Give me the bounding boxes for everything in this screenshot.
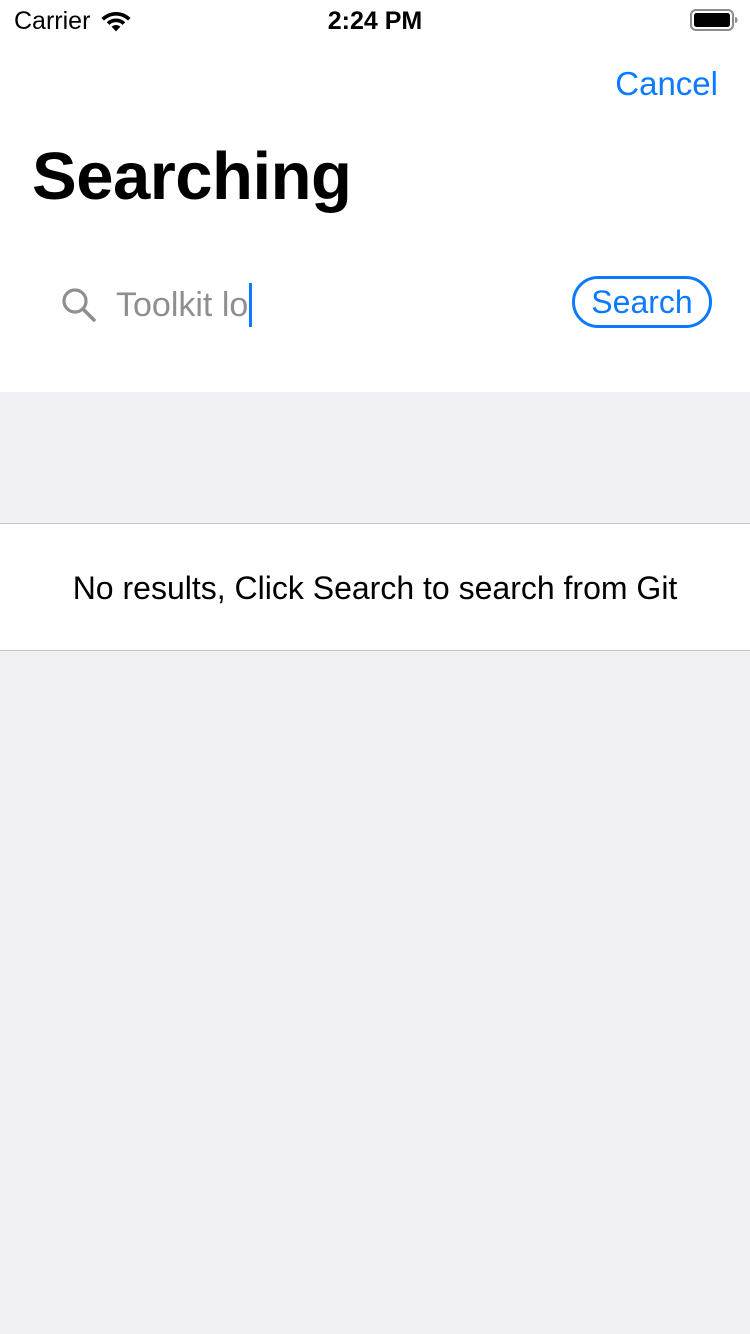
search-input-value: Toolkit lo xyxy=(116,286,249,324)
header-area: Carrier 2:24 PM Cancel Searching Toolkit… xyxy=(0,0,750,392)
text-cursor xyxy=(249,283,253,327)
status-time: 2:24 PM xyxy=(327,7,423,35)
search-button[interactable]: Search xyxy=(572,276,712,328)
page-title: Searching xyxy=(32,139,352,214)
search-icon xyxy=(62,288,96,322)
search-input[interactable]: Toolkit lo xyxy=(116,283,253,327)
battery-icon xyxy=(690,9,738,31)
search-bar: Toolkit lo Search xyxy=(32,270,718,342)
empty-results-message: No results, Click Search to search from … xyxy=(72,570,678,606)
empty-results-cell: No results, Click Search to search from … xyxy=(0,523,750,651)
cancel-button[interactable]: Cancel xyxy=(615,64,718,104)
status-bar: Carrier 2:24 PM xyxy=(0,0,750,40)
